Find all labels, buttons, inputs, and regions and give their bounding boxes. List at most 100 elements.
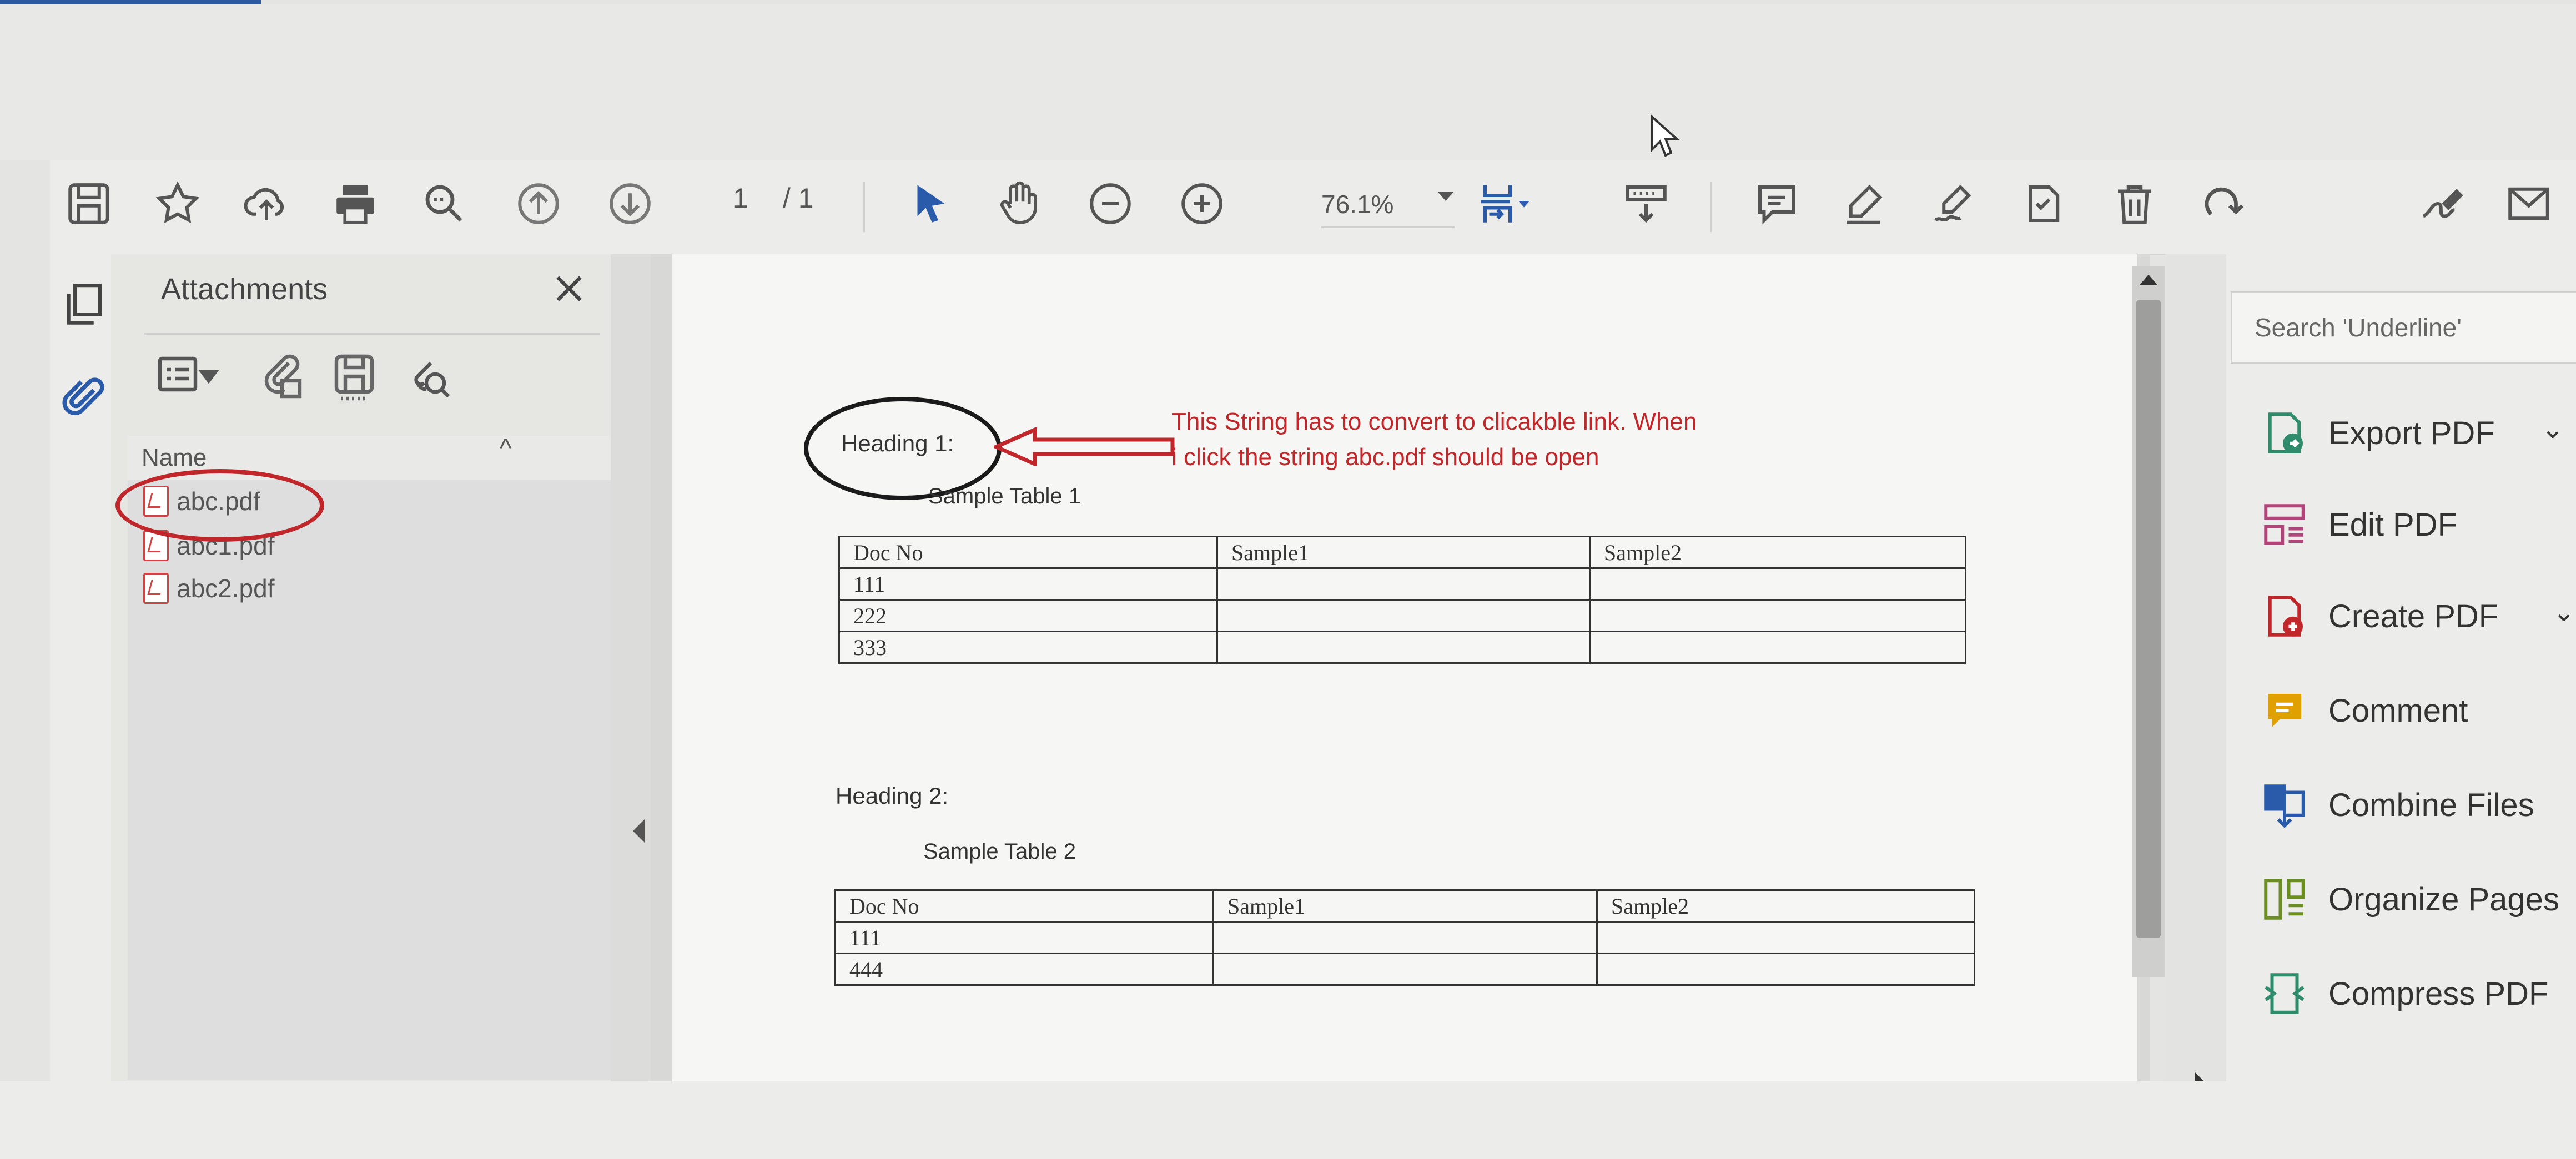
tool-comment[interactable]: Comment [2260,686,2468,735]
table-cell [1216,567,1591,601]
draw-icon[interactable] [1924,173,1985,234]
pdf-file-icon [143,573,169,604]
tool-label: Comment [2328,692,2468,729]
tool-label: Combine Files [2328,787,2534,823]
left-nav-rail [50,254,111,1081]
table-header-cell: Doc No [834,889,1214,923]
table-cell [1589,567,1966,601]
close-icon[interactable] [550,269,588,308]
attachments-list [128,480,611,1080]
tool-label: Create PDF [2328,598,2499,634]
sample-table-1: Doc No Sample1 Sample2 111 222 333 [838,536,1966,664]
export-pdf-icon [2268,412,2303,453]
list-item[interactable]: abc2.pdf [143,573,274,604]
table-cell [1216,631,1591,664]
email-icon[interactable] [2498,173,2559,234]
table-1-caption: Sample Table 1 [928,484,1081,508]
options-menu-icon[interactable] [155,350,222,405]
table-cell [1216,599,1591,632]
table-header-cell: Sample1 [1212,889,1598,923]
caret-down-icon[interactable] [1510,173,1538,234]
prev-page-icon[interactable] [508,173,569,234]
create-pdf-icon [2268,596,2303,637]
hand-tool-icon[interactable] [988,173,1049,234]
scroll-up-icon[interactable] [2136,271,2161,288]
table-cell: 333 [838,631,1218,664]
table-cell [1596,953,1975,986]
trash-icon[interactable] [2104,173,2165,234]
pages-thumbnail-icon[interactable] [58,279,108,329]
tool-label: Compress PDF [2328,975,2549,1012]
redo-icon[interactable] [2193,173,2254,234]
tool-organize-pages[interactable]: Organize Pages [2260,874,2559,924]
compress-pdf-icon [2265,973,2305,1014]
table-header-cell: Sample2 [1596,889,1975,923]
mouse-cursor-icon [1651,114,1680,157]
table-cell [1212,921,1598,954]
attachment-icon[interactable] [58,374,108,424]
toolbar-divider [863,182,865,232]
table-header-row: Doc No Sample1 Sample2 [834,889,1975,923]
save-attachment-icon[interactable] [328,350,383,405]
table-header-cell: Sample1 [1216,536,1591,569]
scrollbar-thumb[interactable] [2136,300,2161,938]
tool-label: Edit PDF [2328,506,2458,543]
table-row: 111 [834,921,1975,954]
tool-compress-pdf[interactable]: Compress PDF [2260,969,2548,1019]
red-circle-annotation [115,469,324,542]
zoom-in-icon[interactable] [1171,173,1232,234]
chevron-down-icon[interactable] [1438,192,1453,201]
stamp-icon[interactable] [2012,173,2074,234]
next-page-icon[interactable] [600,173,661,234]
tool-edit-pdf[interactable]: Edit PDF [2260,500,2457,550]
chevron-down-icon[interactable]: ⌄ [2553,597,2575,628]
tool-export-pdf[interactable]: Export PDF [2260,408,2495,458]
toolbar-divider [1710,182,1712,232]
table-2-caption: Sample Table 2 [923,839,1076,864]
sort-ascending-icon[interactable]: ^ [500,433,512,463]
collapse-left-icon[interactable] [630,818,646,844]
tool-combine-files[interactable]: Combine Files [2260,780,2534,830]
table-cell: 111 [834,921,1214,954]
heading-2: Heading 2: [836,783,949,809]
organize-pages-icon [2264,879,2305,920]
search-attachment-icon[interactable] [400,350,455,405]
print-icon[interactable] [325,173,386,234]
chevron-down-icon[interactable]: ⌄ [2542,414,2564,445]
find-text-icon[interactable] [414,173,475,234]
fill-sign-icon[interactable] [2409,173,2471,234]
zoom-out-icon[interactable] [1080,173,1141,234]
scroll-mode-icon[interactable] [1616,173,1677,234]
table-cell: 444 [834,953,1214,986]
panel-divider [144,333,600,335]
table-cell [1589,631,1966,664]
red-arrow-annotation [994,427,1175,466]
highlight-icon[interactable] [1835,173,1896,234]
comment-icon[interactable] [1746,173,1807,234]
combine-files-icon [2264,784,2305,828]
table-cell: 222 [838,599,1218,632]
table-row: 333 [838,631,1966,664]
tools-pane [2226,254,2576,1081]
tools-search-input[interactable]: Search 'Underline' [2231,291,2576,364]
column-name-header[interactable]: Name [142,444,207,472]
page-total: / 1 [783,183,814,214]
save-icon[interactable] [58,173,119,234]
table-header-row: Doc No Sample1 Sample2 [838,536,1966,569]
table-header-cell: Sample2 [1589,536,1966,569]
cloud-upload-icon[interactable] [236,173,297,234]
heading-1: Heading 1: [841,430,954,456]
window-bottom-area [0,1081,2576,1159]
select-tool-icon[interactable] [899,173,960,234]
page-number-input[interactable]: 1 [733,182,748,214]
zoom-level-select[interactable]: 76.1% [1321,182,1455,228]
comment-tool-icon [2268,694,2301,727]
tool-label: Export PDF [2328,415,2495,451]
panel-splitter[interactable] [611,254,651,1081]
annotation-note: This String has to convert to clicakble … [1171,408,1697,471]
star-icon[interactable] [147,173,208,234]
table-row: 222 [838,599,1966,632]
tool-create-pdf[interactable]: Create PDF [2260,591,2498,641]
sample-table-2: Doc No Sample1 Sample2 111 444 [834,889,1975,986]
add-attachment-icon[interactable] [255,350,311,405]
